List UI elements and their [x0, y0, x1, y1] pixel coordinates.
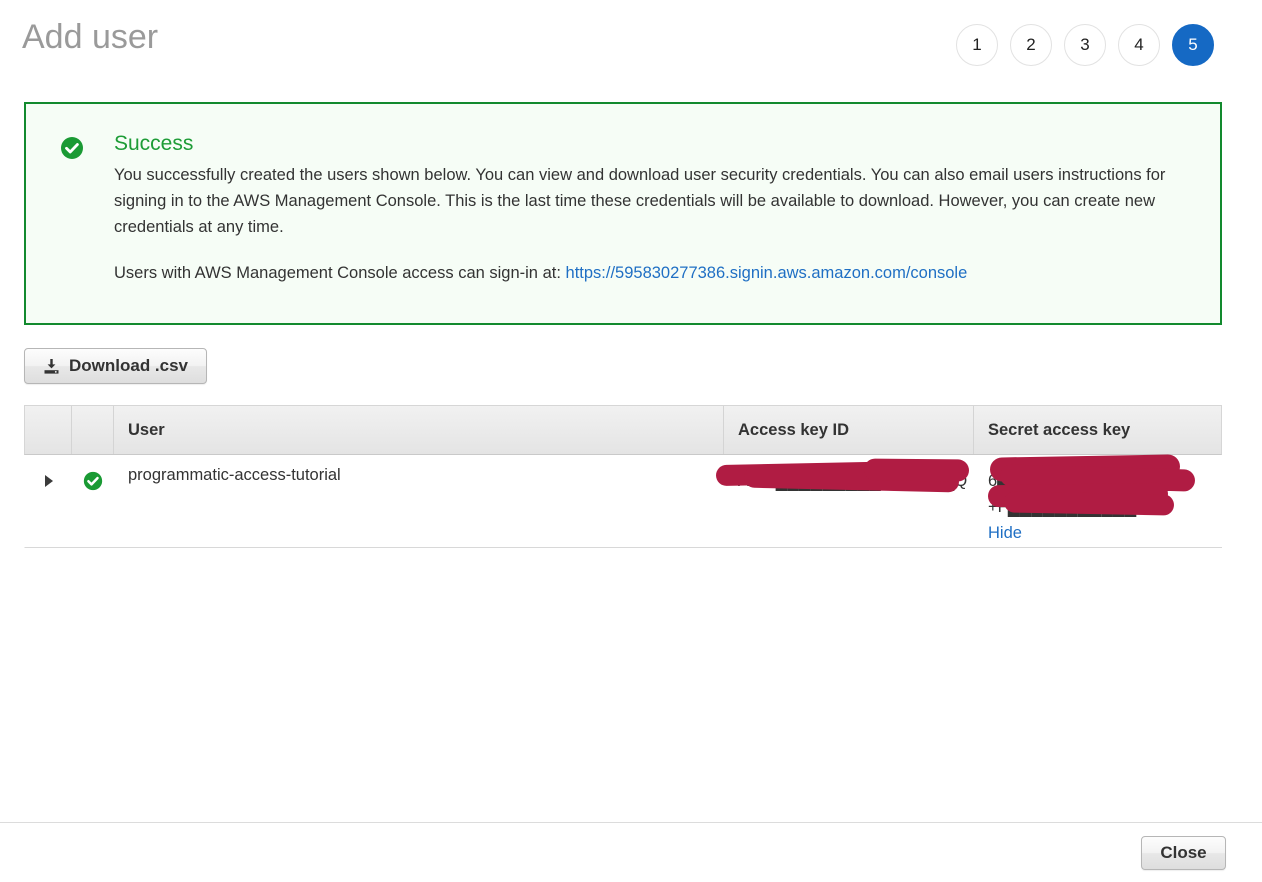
- alert-signin-line: Users with AWS Management Console access…: [114, 260, 1194, 286]
- alert-message: You successfully created the users shown…: [114, 166, 1166, 236]
- column-header-expand: [25, 406, 72, 454]
- table-header-row: User Access key ID Secret access key: [24, 405, 1222, 455]
- close-button-label: Close: [1160, 843, 1207, 862]
- caret-right-icon[interactable]: [44, 475, 53, 487]
- column-header-access-key-id: Access key ID: [724, 406, 974, 454]
- check-circle-icon: [83, 471, 103, 491]
- alert-title: Success: [114, 132, 194, 155]
- step-3[interactable]: 3: [1064, 24, 1106, 66]
- success-alert: Success You successfully created the use…: [24, 102, 1222, 325]
- page-title: Add user: [22, 18, 159, 56]
- secret-key-toggle-link[interactable]: Hide: [988, 524, 1022, 542]
- step-5[interactable]: 5: [1172, 24, 1214, 66]
- download-icon: [43, 358, 60, 375]
- access-key-id-value: AKIA█████████UNIZ███Q: [738, 472, 968, 490]
- download-csv-label: Download .csv: [68, 356, 189, 375]
- row-expand-cell[interactable]: [25, 455, 72, 547]
- row-secret-access-key-cell: 6███████████████7 +F███████████0 Hide: [974, 454, 1221, 547]
- column-header-status: [72, 406, 114, 454]
- column-header-user: User: [114, 406, 724, 454]
- close-button[interactable]: Close: [1141, 836, 1226, 870]
- row-user-cell: programmatic-access-tutorial: [128, 466, 341, 484]
- row-access-key-id-cell: AKIA█████████UNIZ███Q: [715, 455, 974, 547]
- secret-access-key-value-line1: 6███████████████7: [988, 472, 1182, 490]
- download-csv-button[interactable]: Download .csv: [24, 348, 207, 384]
- signin-url-link[interactable]: https://595830277386.signin.aws.amazon.c…: [566, 264, 968, 282]
- alert-body: Success You successfully created the use…: [114, 130, 1194, 286]
- secret-access-key-value-line2: +F███████████0: [988, 498, 1146, 516]
- step-1[interactable]: 1: [956, 24, 998, 66]
- column-header-secret-access-key: Secret access key: [988, 420, 1131, 439]
- page-header: Add user 1 2 3 4 5: [0, 0, 1262, 88]
- alert-signin-prefix: Users with AWS Management Console access…: [114, 264, 561, 282]
- footer-divider: [0, 822, 1262, 823]
- step-2[interactable]: 2: [1010, 24, 1052, 66]
- step-4[interactable]: 4: [1118, 24, 1160, 66]
- credentials-table: User Access key ID Secret access key pro…: [24, 405, 1222, 548]
- row-status-cell: [72, 455, 114, 547]
- step-indicator: 1 2 3 4 5: [956, 24, 1214, 66]
- table-row: programmatic-access-tutorial AKIA███████…: [24, 454, 1222, 548]
- check-circle-icon: [60, 136, 84, 160]
